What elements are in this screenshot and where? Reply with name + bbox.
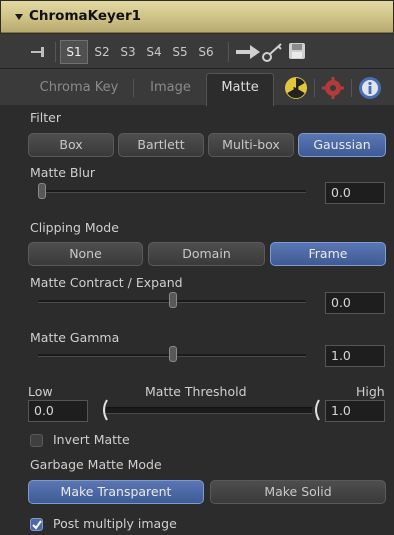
make-transparent-button[interactable]: Make Transparent [28,480,204,504]
contract-expand-thumb[interactable] [169,292,177,308]
checkmark-icon [32,520,42,530]
threshold-high-label: High [356,384,385,399]
save-icon[interactable] [289,43,305,59]
key-icon[interactable] [262,41,284,63]
threshold-high-handle[interactable] [310,398,322,422]
filter-gaussian-button[interactable]: Gaussian [298,133,386,157]
threshold-high-input[interactable]: 1.0 [325,400,385,422]
clip-none-button[interactable]: None [28,242,143,266]
matte-blur-label: Matte Blur [30,165,96,180]
version-s2-button[interactable]: S2 [91,41,113,63]
version-s1-button[interactable]: S1 [60,40,88,64]
threshold-label: Matte Threshold [145,384,247,399]
collapse-arrow-icon[interactable] [15,14,23,20]
threshold-range-track[interactable] [106,407,312,414]
tab-bar: Chroma Key Image Matte [0,69,394,106]
clip-domain-button[interactable]: Domain [148,242,265,266]
tool-panel: ChromaKeyer1 S1 S2 S3 S4 S5 S6 Chroma Ke… [0,0,394,535]
radioactive-icon[interactable] [284,76,308,100]
garbage-matte-label: Garbage Matte Mode [30,457,162,472]
matte-blur-input[interactable]: 0.0 [325,182,385,204]
pin-icon[interactable] [31,47,49,57]
clip-frame-button[interactable]: Frame [270,242,386,266]
version-toolbar: S1 S2 S3 S4 S5 S6 [0,34,394,69]
contract-expand-label: Matte Contract / Expand [30,275,183,290]
filter-bartlett-button[interactable]: Bartlett [118,133,204,157]
make-solid-button[interactable]: Make Solid [210,480,386,504]
info-icon[interactable] [358,76,382,100]
version-s4-button[interactable]: S4 [143,41,165,63]
node-header[interactable]: ChromaKeyer1 [1,1,393,33]
invert-matte-checkbox[interactable] [30,434,43,447]
version-s3-button[interactable]: S3 [117,41,139,63]
matte-blur-track[interactable] [38,190,306,193]
matte-blur-thumb[interactable] [38,183,46,199]
gear-icon[interactable] [321,76,345,100]
tab-chroma-key[interactable]: Chroma Key [34,74,124,102]
clipping-mode-label: Clipping Mode [30,220,119,235]
filter-multibox-button[interactable]: Multi-box [208,133,294,157]
invert-matte-label: Invert Matte [53,432,130,447]
matte-gamma-input[interactable]: 1.0 [325,345,385,367]
contract-expand-input[interactable]: 0.0 [325,292,385,314]
version-s6-button[interactable]: S6 [195,41,217,63]
tab-matte[interactable]: Matte [206,73,274,106]
matte-gamma-thumb[interactable] [169,346,177,362]
tab-image[interactable]: Image [143,74,198,102]
threshold-low-input[interactable]: 0.0 [28,400,88,422]
post-multiply-label: Post multiply image [53,516,177,531]
threshold-low-handle[interactable] [98,398,110,422]
threshold-low-label: Low [28,384,53,399]
arrow-right-icon[interactable] [236,45,260,59]
filter-box-button[interactable]: Box [28,133,114,157]
matte-gamma-label: Matte Gamma [30,330,120,345]
version-s5-button[interactable]: S5 [169,41,191,63]
filter-label: Filter [30,110,61,125]
node-title: ChromaKeyer1 [29,8,142,24]
post-multiply-checkbox[interactable] [30,518,43,531]
